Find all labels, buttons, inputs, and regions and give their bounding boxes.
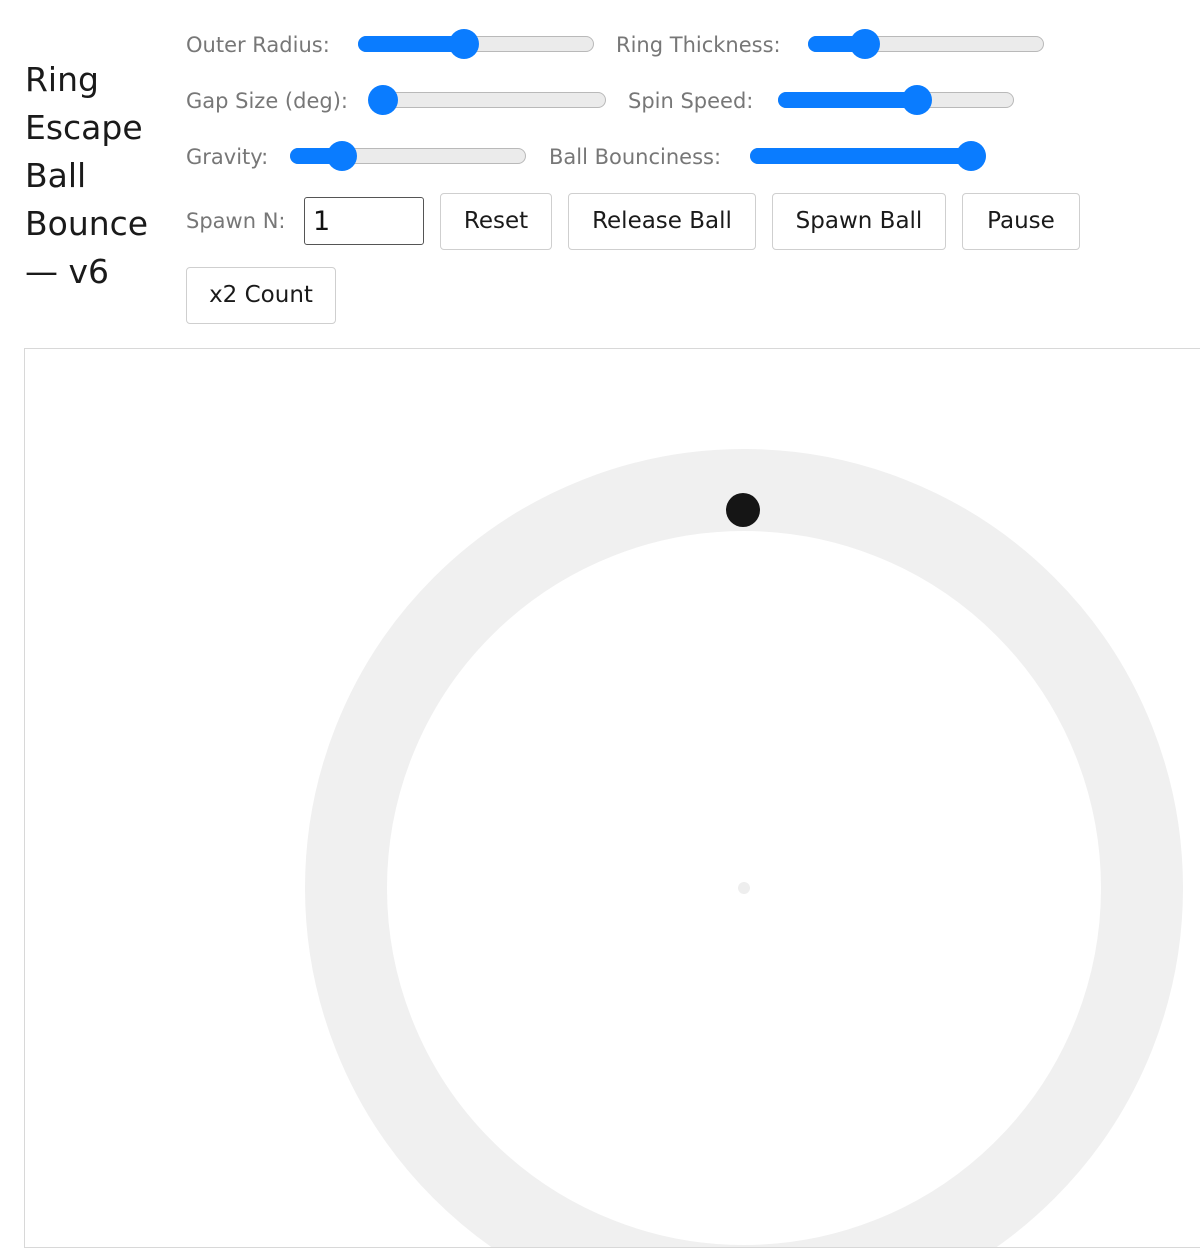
spin-speed-label: Spin Speed: [628,89,754,113]
ball-bounciness-slider-thumb[interactable] [955,141,986,171]
outer-radius-slider-thumb[interactable] [449,29,480,59]
pause-button[interactable]: Pause [962,193,1080,250]
controls-panel: Outer Radius: Ring Thickness: Gap Size (… [0,0,1200,340]
ball-bounciness-slider[interactable] [750,141,986,171]
ball-bounciness-label: Ball Bounciness: [549,145,722,169]
outer-radius-slider[interactable] [358,29,594,59]
spin-speed-slider-fill [778,92,918,108]
gravity-slider[interactable] [290,141,526,171]
ring-thickness-slider-thumb[interactable] [850,29,881,59]
spawn-ball-button[interactable]: Spawn Ball [772,193,946,250]
ring-thickness-label: Ring Thickness: [616,33,781,57]
ring-center-dot [738,882,750,894]
reset-button[interactable]: Reset [440,193,552,250]
spin-speed-slider-thumb[interactable] [902,85,933,115]
outer-radius-label: Outer Radius: [186,33,330,57]
gap-size-label: Gap Size (deg): [186,89,348,113]
spin-speed-slider[interactable] [778,85,1014,115]
spawn-n-label: Spawn N: [186,209,286,233]
release-ball-button[interactable]: Release Ball [568,193,756,250]
gravity-slider-thumb[interactable] [327,141,358,171]
ball-bounciness-slider-fill [750,148,971,164]
ball[interactable] [726,493,760,527]
simulation-drawing [305,449,1183,1247]
spinning-ring [305,449,1183,1247]
spawn-n-input[interactable] [304,197,424,245]
x2-count-button[interactable]: x2 Count [186,267,336,324]
gravity-label: Gravity: [186,145,269,169]
ring-thickness-slider[interactable] [808,29,1044,59]
gap-size-slider[interactable] [367,85,606,115]
gap-size-slider-thumb[interactable] [367,85,398,115]
simulation-canvas[interactable] [24,348,1200,1248]
